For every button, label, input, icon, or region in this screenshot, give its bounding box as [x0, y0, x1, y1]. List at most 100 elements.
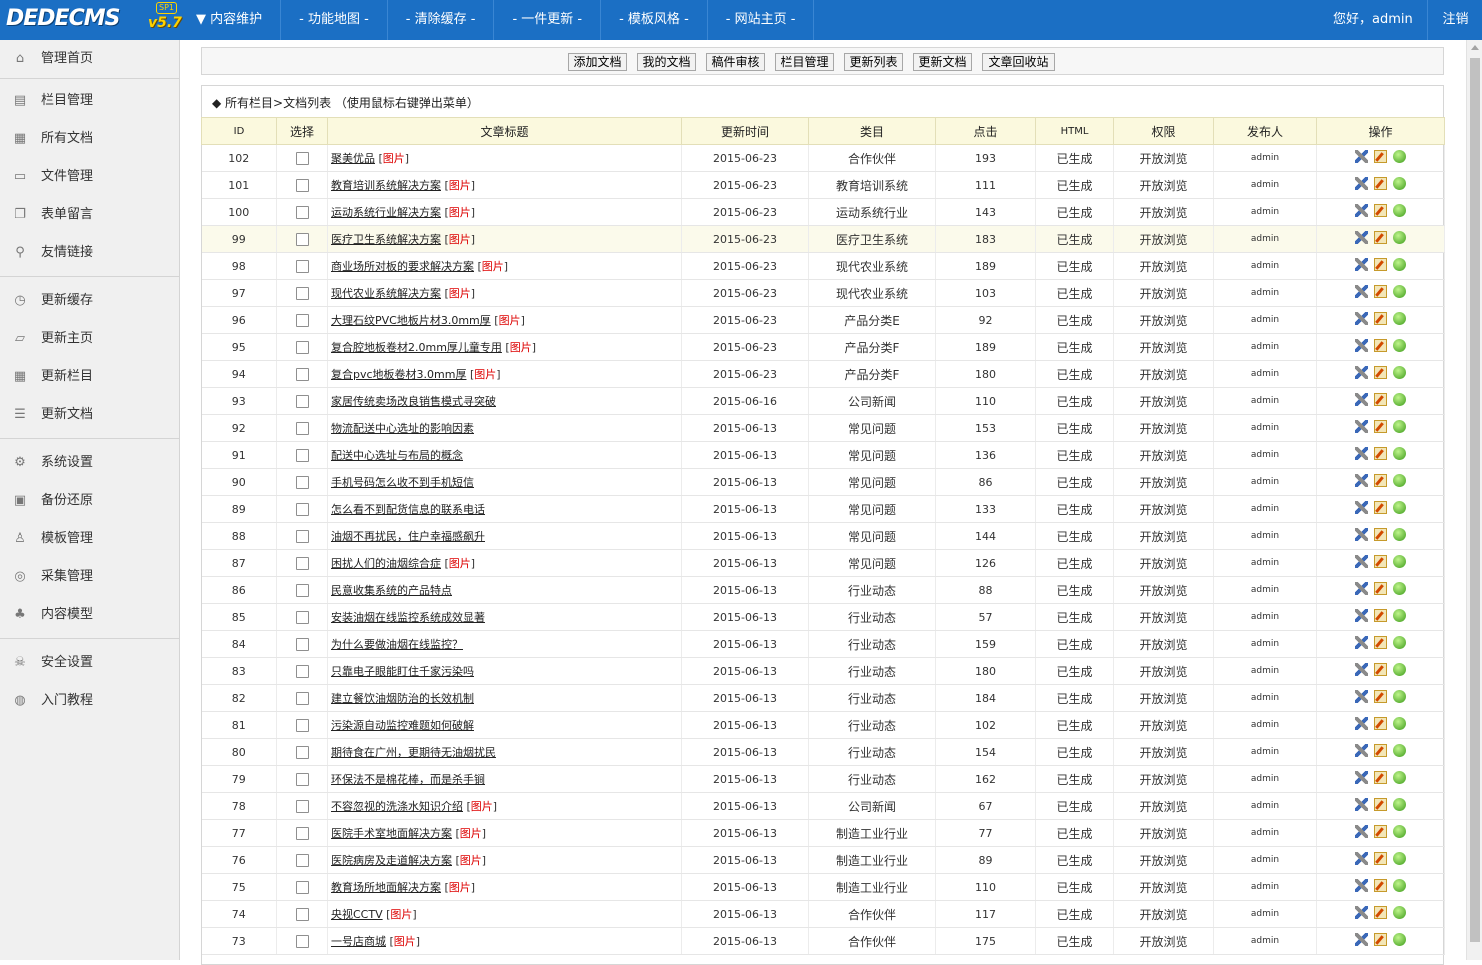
view-icon[interactable] [1393, 932, 1406, 946]
table-row[interactable]: 73 一号店商城 [图片] 2015-06-13 合作伙伴 175 已生成 开放浏览 admi… [201, 927, 1445, 955]
view-icon[interactable] [1393, 500, 1406, 514]
sidebar-item[interactable]: ▭ 文件管理 [0, 158, 179, 196]
view-icon[interactable] [1393, 770, 1406, 784]
nav-item[interactable]: ▼ 内容维护 [182, 0, 282, 40]
edit-icon[interactable] [1374, 932, 1387, 946]
tools-icon[interactable] [1355, 230, 1368, 244]
table-row[interactable]: 91 配送中心选址与布局的概念 2015-06-13 常见问题 136 已生成 开放浏览 ad… [201, 441, 1445, 469]
table-row[interactable]: 94 复合pvc地板卷材3.0mm厚 [图片] 2015-06-23 产品分类F 180… [201, 360, 1445, 388]
row-title-link[interactable]: 怎么看不到配货信息的联系电话 [331, 503, 485, 516]
table-row[interactable]: 96 大理石纹PVC地板片材3.0mm厚 [图片] 2015-06-23 产品分类E 9… [201, 306, 1445, 334]
toolbar-button[interactable]: 添加文档 [568, 53, 627, 71]
edit-icon[interactable] [1374, 284, 1387, 298]
row-checkbox[interactable] [295, 421, 309, 435]
edit-icon[interactable] [1374, 608, 1387, 622]
edit-icon[interactable] [1374, 905, 1387, 919]
row-title-link[interactable]: 现代农业系统解决方案 [331, 287, 441, 300]
edit-icon[interactable] [1374, 419, 1387, 433]
row-title-link[interactable]: 环保法不是棉花棒，而是杀手锏 [331, 773, 485, 786]
table-row[interactable]: 99 医疗卫生系统解决方案 [图片] 2015-06-23 医疗卫生系统 183 已生成开… [201, 225, 1445, 253]
row-title-link[interactable]: 医院手术室地面解决方案 [331, 827, 452, 840]
sidebar-item[interactable]: ☠ 安全设置 [0, 644, 179, 682]
row-checkbox[interactable] [295, 691, 309, 705]
table-row[interactable]: 97 现代农业系统解决方案 [图片] 2015-06-23 现代农业系统 103 已生成开… [201, 279, 1445, 307]
tools-icon[interactable] [1355, 419, 1368, 433]
toolbar-button[interactable]: 栏目管理 [775, 53, 834, 71]
edit-icon[interactable] [1374, 662, 1387, 676]
edit-icon[interactable] [1374, 554, 1387, 568]
row-title-link[interactable]: 家居传统卖场改良销售模式寻突破 [331, 395, 496, 408]
view-icon[interactable] [1393, 338, 1406, 352]
tools-icon[interactable] [1355, 743, 1368, 757]
view-icon[interactable] [1393, 257, 1406, 271]
row-checkbox[interactable] [295, 637, 309, 651]
sidebar-item[interactable]: ☰ 更新文档 [0, 396, 179, 434]
view-icon[interactable] [1393, 473, 1406, 487]
table-row[interactable]: 76 医院病房及走道解决方案 [图片] 2015-06-13 制造工业行业 89 已生成开… [201, 846, 1445, 874]
row-checkbox[interactable] [295, 394, 309, 408]
view-icon[interactable] [1393, 311, 1406, 325]
nav-item[interactable]: - 模板风格 - [601, 0, 708, 40]
view-icon[interactable] [1393, 419, 1406, 433]
edit-icon[interactable] [1374, 473, 1387, 487]
view-icon[interactable] [1393, 446, 1406, 460]
edit-icon[interactable] [1374, 743, 1387, 757]
view-icon[interactable] [1393, 392, 1406, 406]
row-title-link[interactable]: 民意收集系统的产品特点 [331, 584, 452, 597]
tools-icon[interactable] [1355, 878, 1368, 892]
tools-icon[interactable] [1355, 473, 1368, 487]
edit-icon[interactable] [1374, 527, 1387, 541]
view-icon[interactable] [1393, 689, 1406, 703]
tools-icon[interactable] [1355, 500, 1368, 514]
edit-icon[interactable] [1374, 392, 1387, 406]
table-row[interactable]: 98 商业场所对板的要求解决方案 [图片] 2015-06-23 现代农业系统 189 已… [201, 252, 1445, 280]
tools-icon[interactable] [1355, 932, 1368, 946]
edit-icon[interactable] [1374, 338, 1387, 352]
table-row[interactable]: 90 手机号码怎么收不到手机短信 2015-06-13 常见问题 86 已生成 开放浏览 ad… [201, 468, 1445, 496]
edit-icon[interactable] [1374, 257, 1387, 271]
row-checkbox[interactable] [295, 529, 309, 543]
edit-icon[interactable] [1374, 149, 1387, 163]
edit-icon[interactable] [1374, 500, 1387, 514]
view-icon[interactable] [1393, 635, 1406, 649]
table-row[interactable]: 95 复合腔地板卷材2.0mm厚儿童专用 [图片] 2015-06-23 产品分类F 1… [201, 333, 1445, 361]
edit-icon[interactable] [1374, 878, 1387, 892]
row-checkbox[interactable] [295, 259, 309, 273]
view-icon[interactable] [1393, 797, 1406, 811]
row-title-link[interactable]: 复合腔地板卷材2.0mm厚儿童专用 [331, 341, 502, 354]
table-row[interactable]: 80 期待食在广州，更期待无油烟扰民 2015-06-13 行业动态 154 已生成 开放浏… [201, 738, 1445, 766]
view-icon[interactable] [1393, 743, 1406, 757]
row-title-link[interactable]: 一号店商城 [331, 935, 386, 948]
edit-icon[interactable] [1374, 770, 1387, 784]
table-row[interactable]: 77 医院手术室地面解决方案 [图片] 2015-06-13 制造工业行业 77 已生成开… [201, 819, 1445, 847]
sidebar-item[interactable]: ❐ 表单留言 [0, 196, 179, 234]
view-icon[interactable] [1393, 149, 1406, 163]
scrollbar[interactable] [1466, 40, 1482, 960]
table-row[interactable]: 101 教育培训系统解决方案 [图片] 2015-06-23 教育培训系统 111 已生成… [201, 171, 1445, 199]
row-title-link[interactable]: 教育培训系统解决方案 [331, 179, 441, 192]
table-row[interactable]: 82 建立餐饮油烟防治的长效机制 2015-06-13 行业动态 184 已生成 开放浏览 a… [201, 684, 1445, 712]
row-title-link[interactable]: 油烟不再扰民，住户幸福感飙升 [331, 530, 485, 543]
view-icon[interactable] [1393, 230, 1406, 244]
sidebar-item[interactable]: ⚙ 系统设置 [0, 444, 179, 482]
tools-icon[interactable] [1355, 176, 1368, 190]
row-title-link[interactable]: 教育场所地面解决方案 [331, 881, 441, 894]
tools-icon[interactable] [1355, 257, 1368, 271]
view-icon[interactable] [1393, 905, 1406, 919]
tools-icon[interactable] [1355, 365, 1368, 379]
row-checkbox[interactable] [295, 556, 309, 570]
row-title-link[interactable]: 困扰人们的油烟综合症 [331, 557, 441, 570]
view-icon[interactable] [1393, 662, 1406, 676]
row-checkbox[interactable] [295, 178, 309, 192]
tools-icon[interactable] [1355, 770, 1368, 784]
tools-icon[interactable] [1355, 608, 1368, 622]
table-row[interactable]: 102 聚美优品 [图片] 2015-06-23 合作伙伴 193 已生成 开放浏览 admi… [201, 144, 1445, 172]
row-checkbox[interactable] [295, 583, 309, 597]
tools-icon[interactable] [1355, 662, 1368, 676]
table-row[interactable]: 87 困扰人们的油烟综合症 [图片] 2015-06-13 常见问题 126 已生成 开放浏… [201, 549, 1445, 577]
edit-icon[interactable] [1374, 230, 1387, 244]
edit-icon[interactable] [1374, 446, 1387, 460]
row-title-link[interactable]: 商业场所对板的要求解决方案 [331, 260, 474, 273]
row-checkbox[interactable] [295, 205, 309, 219]
row-title-link[interactable]: 为什么要做油烟在线监控？ [331, 638, 463, 651]
